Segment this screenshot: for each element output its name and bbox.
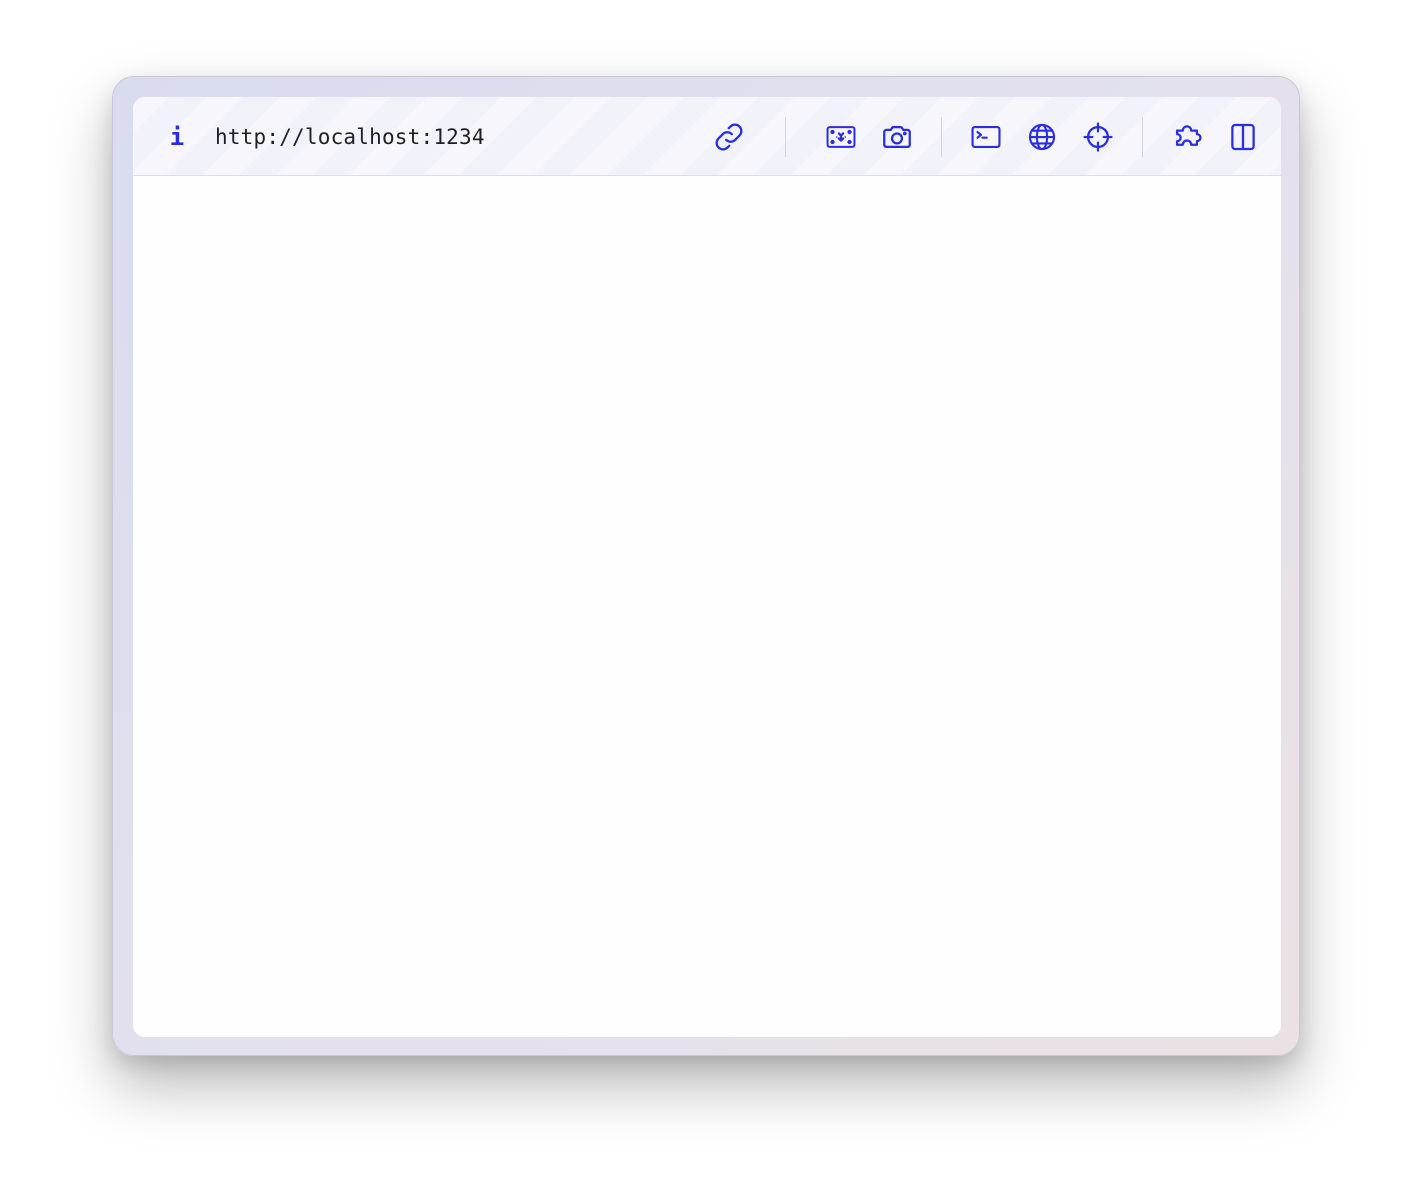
image-icon[interactable] xyxy=(821,117,861,157)
sidebar-icon[interactable] xyxy=(1223,117,1263,157)
globe-icon[interactable] xyxy=(1022,117,1062,157)
window-frame: i http://localhost:1234 xyxy=(112,76,1300,1056)
crosshair-icon[interactable] xyxy=(1078,117,1118,157)
toolbar: i http://localhost:1234 xyxy=(133,97,1281,176)
url-field[interactable]: http://localhost:1234 xyxy=(215,124,485,150)
toolbar-divider xyxy=(941,117,942,157)
toolbar-divider xyxy=(785,117,786,157)
terminal-icon[interactable] xyxy=(966,117,1006,157)
toolbar-divider xyxy=(1142,117,1143,157)
link-icon[interactable] xyxy=(709,117,749,157)
puzzle-icon[interactable] xyxy=(1167,117,1207,157)
info-icon[interactable]: i xyxy=(167,123,187,151)
browser-window: i http://localhost:1234 xyxy=(133,97,1281,1037)
camera-icon[interactable] xyxy=(877,117,917,157)
page-content[interactable] xyxy=(133,176,1281,1037)
